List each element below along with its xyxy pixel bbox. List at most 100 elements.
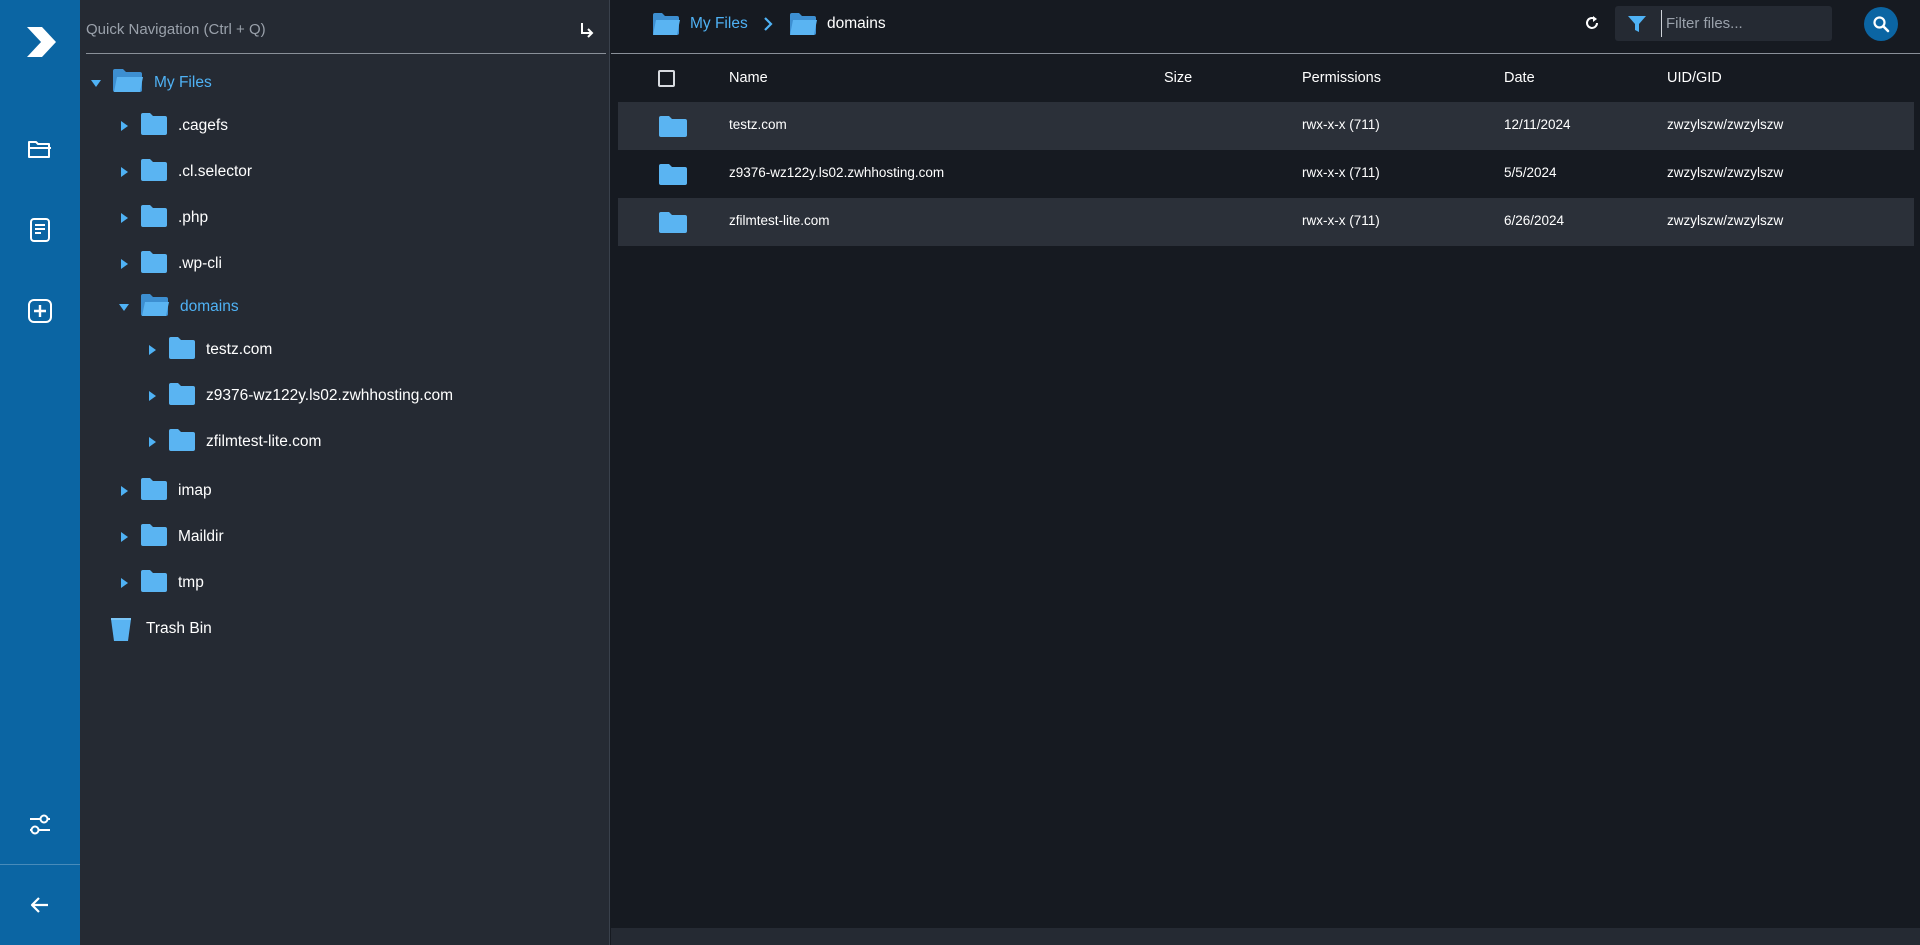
folder-icon [140, 569, 168, 598]
tree-item-zfilmtest[interactable]: zfilmtest-lite.com [144, 426, 321, 458]
caret-down-icon[interactable] [116, 299, 132, 315]
main-panel: My Files domains Filter files... Name Si… [611, 0, 1920, 945]
table-row[interactable]: testz.com rwx-x-x (711) 12/11/2024 zwzyl… [618, 102, 1914, 150]
folder-icon [659, 164, 687, 185]
tree-item-label: domains [180, 298, 239, 315]
refresh-icon[interactable] [1583, 14, 1601, 32]
column-header-permissions[interactable]: Permissions [1302, 70, 1381, 86]
caret-right-icon[interactable] [144, 388, 160, 404]
tree-item-cagefs[interactable]: .cagefs [116, 110, 228, 142]
tree-item-maildir[interactable]: Maildir [116, 521, 224, 553]
column-header-uidgid[interactable]: UID/GID [1667, 70, 1722, 86]
enter-arrow-icon[interactable] [576, 20, 596, 40]
folder-open-icon [790, 13, 817, 35]
folder-open-icon [140, 293, 170, 322]
rail-settings-button[interactable] [20, 805, 60, 845]
table-row[interactable]: z9376-wz122y.ls02.zwhhosting.com rwx-x-x… [618, 150, 1914, 198]
search-button[interactable] [1864, 7, 1898, 41]
column-header-size[interactable]: Size [1164, 70, 1192, 86]
tree-item-my-files[interactable]: My Files [88, 67, 212, 99]
file-uidgid: zwzylszw/zwzylszw [1667, 165, 1784, 180]
file-permissions[interactable]: rwx-x-x (711) [1302, 213, 1380, 228]
tree-item-trash-bin[interactable]: Trash Bin [110, 613, 212, 645]
file-manager-app: My Files .cagefs .cl.selector .php . [0, 0, 1920, 945]
folder-icon [140, 250, 168, 279]
breadcrumb-label: domains [827, 15, 886, 32]
table-row[interactable]: zfilmtest-lite.com rwx-x-x (711) 6/26/20… [618, 198, 1914, 246]
rail-new-button[interactable] [20, 291, 60, 331]
file-name: z9376-wz122y.ls02.zwhhosting.com [729, 165, 945, 180]
file-uidgid: zwzylszw/zwzylszw [1667, 213, 1784, 228]
quick-navigation [86, 8, 606, 54]
tree-item-testz[interactable]: testz.com [144, 334, 272, 366]
toolbar: My Files domains [611, 0, 1920, 54]
folder-open-icon [653, 13, 680, 35]
tree-item-label: imap [178, 482, 212, 499]
folder-icon [168, 336, 196, 365]
tree-item-label: Trash Bin [146, 620, 212, 637]
bottom-strip [611, 928, 1920, 945]
caret-right-icon[interactable] [116, 575, 132, 591]
search-icon [1873, 16, 1890, 33]
tree-item-domains[interactable]: domains [116, 291, 239, 323]
caret-right-icon[interactable] [116, 118, 132, 134]
folder-icon [140, 523, 168, 552]
tree-item-label: .wp-cli [178, 255, 222, 272]
quick-navigation-input[interactable] [86, 14, 556, 44]
caret-down-icon[interactable] [88, 75, 104, 91]
caret-right-icon[interactable] [116, 256, 132, 272]
tree-item-label: tmp [178, 574, 204, 591]
file-list: Name Size Permissions Date UID/GID testz… [618, 55, 1914, 928]
chevron-right-icon [764, 17, 773, 31]
caret-right-icon[interactable] [116, 210, 132, 226]
document-icon [30, 218, 50, 242]
file-name: testz.com [729, 117, 787, 132]
folder-icon [140, 158, 168, 187]
file-date: 5/5/2024 [1504, 165, 1557, 180]
tree-item-z9376[interactable]: z9376-wz122y.ls02.zwhhosting.com [144, 380, 453, 412]
tree-item-wp-cli[interactable]: .wp-cli [116, 248, 222, 280]
caret-right-icon[interactable] [144, 434, 160, 450]
tree-item-label: .php [178, 209, 209, 226]
folder-icon [659, 116, 687, 137]
file-permissions[interactable]: rwx-x-x (711) [1302, 117, 1380, 132]
caret-right-icon[interactable] [116, 529, 132, 545]
trash-bin-icon [110, 616, 132, 642]
rail-divider [0, 864, 80, 865]
table-header: Name Size Permissions Date UID/GID [618, 55, 1914, 101]
breadcrumb-domains[interactable]: domains [789, 10, 886, 38]
column-header-name[interactable]: Name [729, 70, 768, 86]
caret-right-icon[interactable] [144, 342, 160, 358]
logo-icon[interactable] [20, 22, 60, 62]
tree-item-label: .cagefs [178, 117, 228, 134]
tree-item-tmp[interactable]: tmp [116, 567, 204, 599]
tree-item-label: My Files [154, 74, 212, 91]
folder-open-icon [112, 68, 144, 99]
caret-right-icon[interactable] [116, 483, 132, 499]
folder-tree-panel: My Files .cagefs .cl.selector .php . [80, 0, 671, 945]
select-all-checkbox[interactable] [658, 70, 675, 87]
tree-item-cl-selector[interactable]: .cl.selector [116, 156, 252, 188]
rail-back-button[interactable] [20, 885, 60, 925]
tree-item-label: Maildir [178, 528, 224, 545]
filter-input[interactable] [1661, 10, 1821, 37]
tree-item-imap[interactable]: imap [116, 475, 212, 507]
folder-icon [168, 382, 196, 411]
tree-item-label: z9376-wz122y.ls02.zwhhosting.com [206, 387, 453, 404]
left-rail [0, 0, 80, 945]
caret-right-icon[interactable] [116, 164, 132, 180]
settings-sliders-icon [30, 814, 50, 835]
tree-item-php[interactable]: .php [116, 202, 208, 234]
breadcrumb-my-files[interactable]: My Files [652, 10, 748, 38]
rail-editor-button[interactable] [20, 210, 60, 250]
rail-files-button[interactable] [20, 130, 60, 170]
folder-icon [168, 428, 196, 457]
file-uidgid: zwzylszw/zwzylszw [1667, 117, 1784, 132]
folder-open-icon [28, 141, 51, 158]
file-date: 12/11/2024 [1504, 117, 1571, 132]
column-header-date[interactable]: Date [1504, 70, 1535, 86]
folder-icon [140, 204, 168, 233]
file-permissions[interactable]: rwx-x-x (711) [1302, 165, 1380, 180]
tree-item-label: testz.com [206, 341, 273, 358]
back-arrow-icon [30, 897, 48, 913]
